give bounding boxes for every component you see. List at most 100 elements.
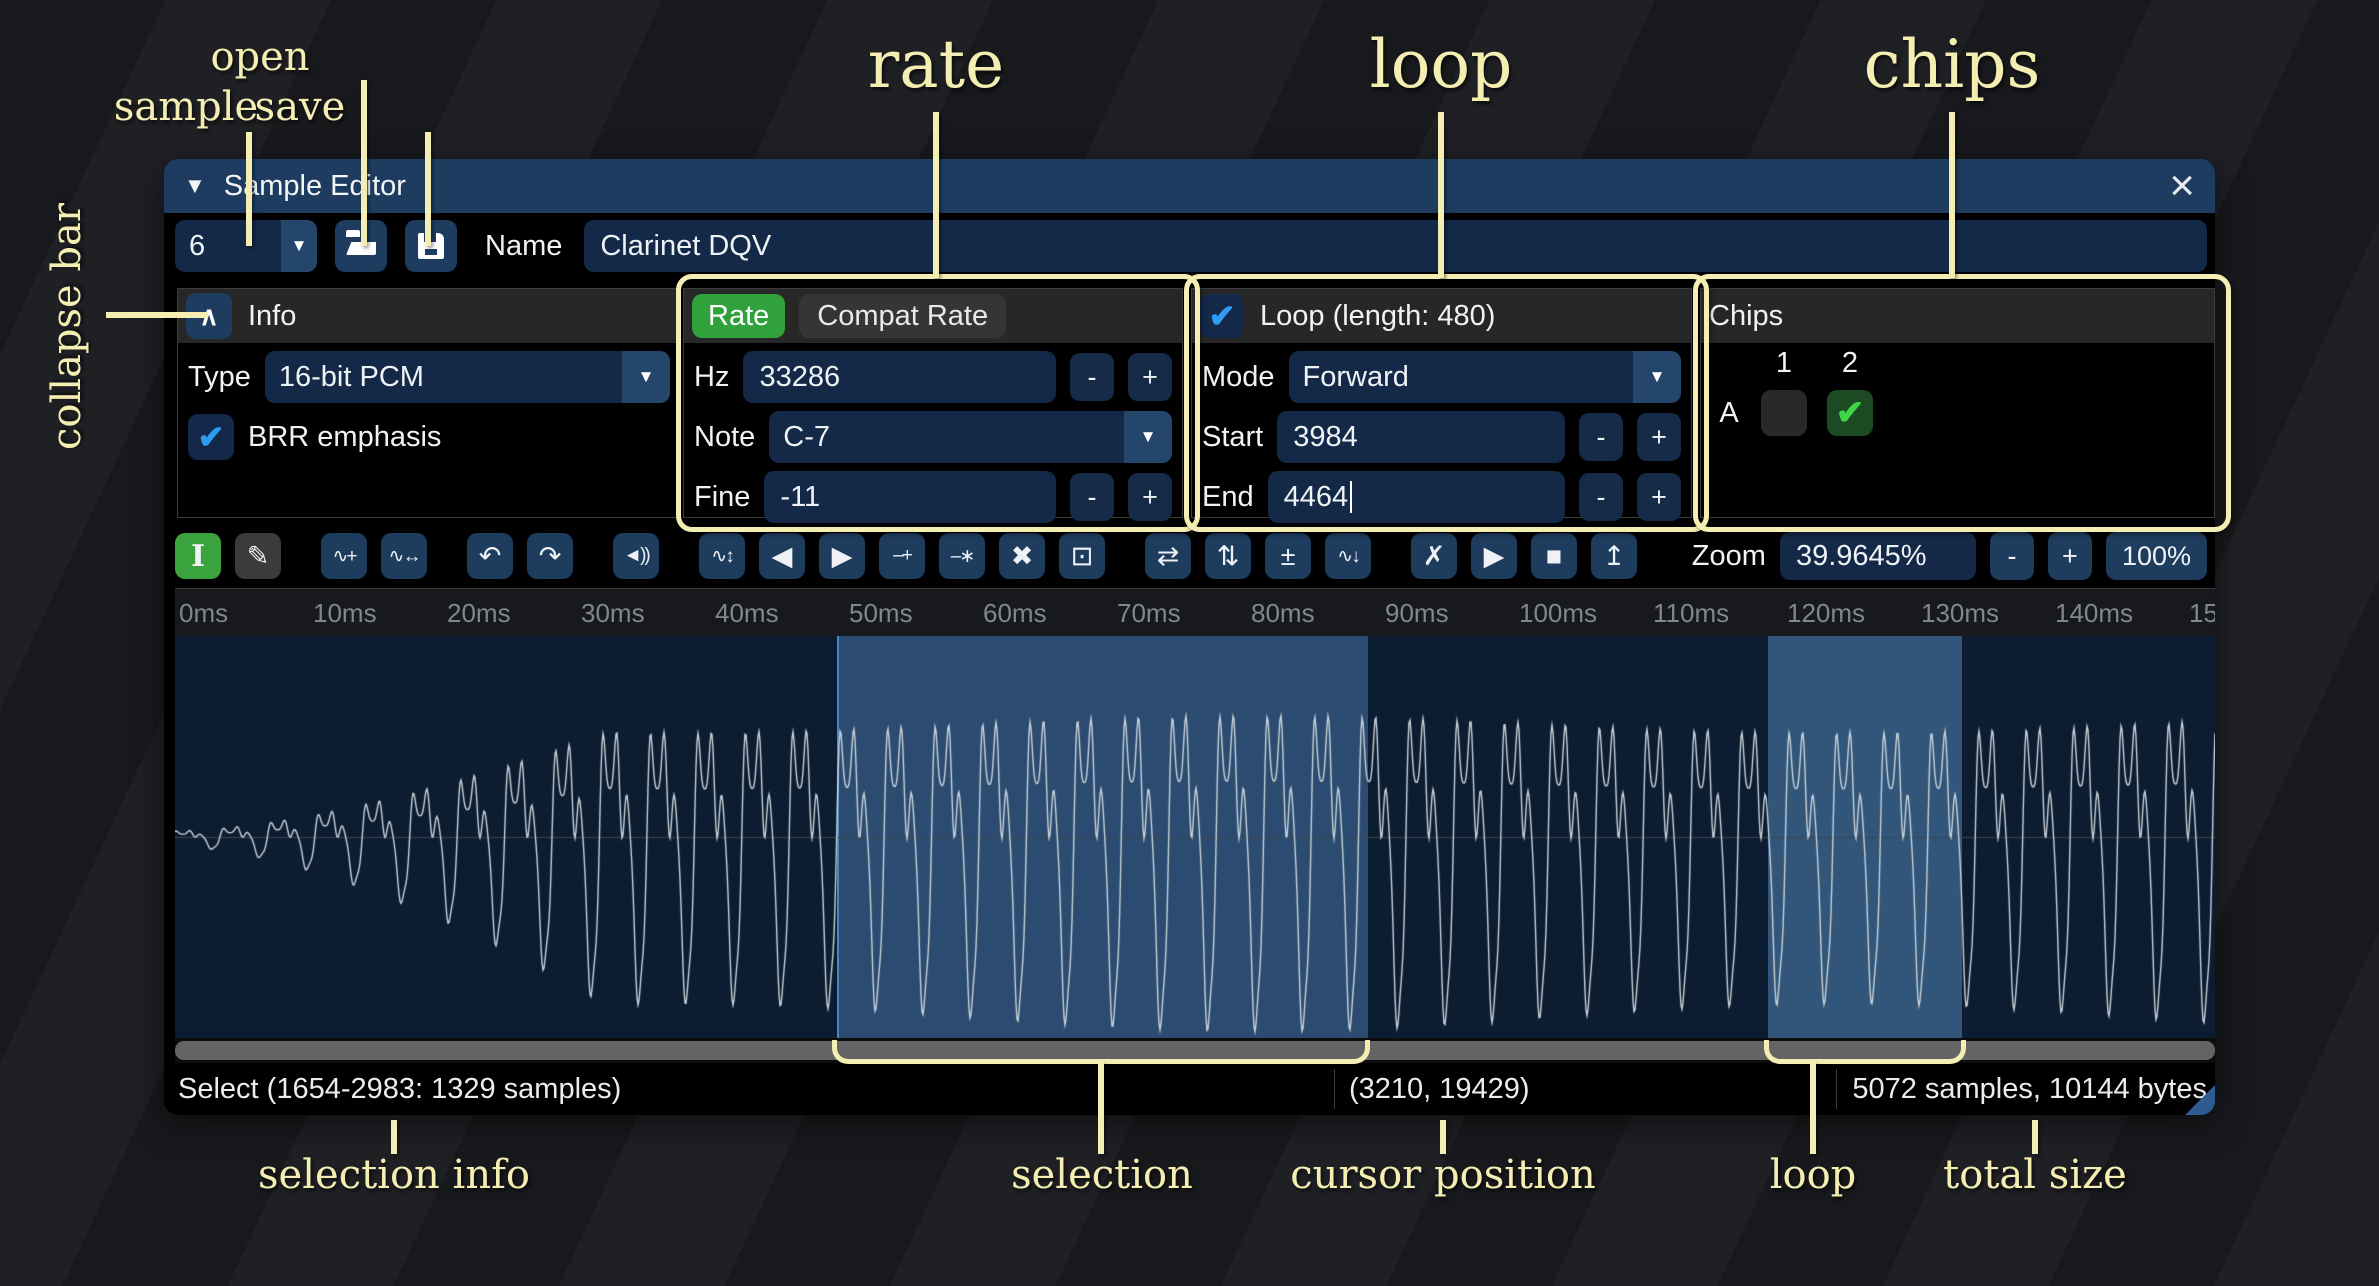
annotation-save: save — [255, 84, 346, 130]
annotation-outline-rate — [676, 274, 1200, 532]
zoom-label: Zoom — [1692, 540, 1766, 573]
select-mode-button[interactable]: I — [175, 533, 221, 579]
undo-button[interactable]: ↶ — [467, 533, 513, 579]
annotation-chips: chips — [1864, 26, 2041, 103]
check-icon: ✔ — [198, 418, 225, 456]
ruler-tick: 80ms — [1251, 598, 1315, 629]
annotation-stem-loop — [1810, 1062, 1816, 1154]
annotation-loop-bottom: loop — [1770, 1152, 1857, 1198]
annotation-total-size: total size — [1943, 1152, 2127, 1198]
name-label: Name — [485, 230, 562, 263]
trim-button[interactable]: ⊡ — [1059, 533, 1105, 579]
preview-button[interactable]: ▶ — [1471, 533, 1517, 579]
annotation-line-chips — [1949, 112, 1955, 278]
annotation-line-cursor-position — [1440, 1120, 1446, 1154]
waveform-canvas[interactable] — [175, 636, 2215, 1038]
sample-toolbar: I ✎ ∿+ ∿↔ ↶ ↷ ◄)) ∿↕ ◀ ▶ –+ –∗ ✖ ⊡ ⇄ ⇅ ± ∿↓ ✗ ▶ ■ ↥ Zoom 39.9… — [175, 527, 2207, 585]
ruler-tick: 90ms — [1385, 598, 1449, 629]
zoom-out-button[interactable]: - — [1990, 532, 2034, 580]
save-sample-button[interactable] — [405, 220, 457, 272]
annotation-bracket-selection — [832, 1040, 1370, 1064]
sample-name-value: Clarinet DQV — [600, 230, 771, 263]
ruler-tick: 50ms — [849, 598, 913, 629]
ruler-tick: 30ms — [581, 598, 645, 629]
type-value: 16-bit PCM — [265, 361, 622, 394]
annotation-line-rate — [933, 112, 939, 278]
time-ruler: 0ms 10ms 20ms 30ms 40ms 50ms 60ms 70ms 80ms 90ms 1… — [175, 588, 2215, 637]
annotation-line-loop — [1438, 112, 1444, 278]
import-button[interactable]: ↥ — [1591, 533, 1637, 579]
ruler-tick: 70ms — [1117, 598, 1181, 629]
ruler-tick: 60ms — [983, 598, 1047, 629]
status-bar: Select (1654-2983: 1329 samples) (3210, … — [164, 1063, 2215, 1115]
filter-button[interactable]: ∿↓ — [1325, 533, 1371, 579]
ruler-tick: 0ms — [179, 598, 228, 629]
brr-emphasis-label: BRR emphasis — [248, 421, 441, 454]
sample-number-value: 6 — [175, 230, 281, 263]
resize-grip[interactable] — [2185, 1085, 2215, 1115]
type-dropdown[interactable]: 16-bit PCM ▼ — [265, 351, 670, 403]
invert-button[interactable]: ⇅ — [1205, 533, 1251, 579]
redo-button[interactable]: ↷ — [527, 533, 573, 579]
insert-silence-button[interactable]: –+ — [879, 533, 925, 579]
ruler-tick: 140ms — [2055, 598, 2133, 629]
zoom-in-button[interactable]: + — [2048, 532, 2092, 580]
reverse-button[interactable]: ⇄ — [1145, 533, 1191, 579]
cursor-position-text: (3210, 19429) — [1349, 1073, 1530, 1106]
annotation-selection-info: selection info — [258, 1152, 530, 1198]
page-background: ▼ Sample Editor × 6 ▼ Name Clarinet DQV … — [0, 0, 2379, 1286]
zoom-value: 39.9645% — [1796, 540, 1927, 573]
delete-button[interactable]: ✖ — [999, 533, 1045, 579]
crossfade-button[interactable]: ✗ — [1411, 533, 1457, 579]
sample-row: 6 ▼ Name Clarinet DQV — [175, 219, 2207, 273]
title-bar[interactable]: ▼ Sample Editor × — [164, 159, 2215, 213]
annotation-stem-selection — [1098, 1062, 1104, 1154]
info-panel-title: Info — [248, 300, 296, 333]
save-icon — [418, 233, 444, 259]
draw-mode-button[interactable]: ✎ — [235, 533, 281, 579]
apply-silence-button[interactable]: –∗ — [939, 533, 985, 579]
info-panel: ∧ Info Type 16-bit PCM ▼ ✔ BRR emphasis — [177, 288, 681, 518]
annotation-open: open — [210, 34, 309, 80]
annotation-outline-chips — [1693, 274, 2231, 532]
annotation-rate: rate — [868, 26, 1004, 103]
resample-button[interactable]: ∿↔ — [381, 533, 427, 579]
annotation-line-save — [425, 132, 431, 246]
annotation-line-total-size — [2032, 1120, 2038, 1154]
chevron-down-icon: ▼ — [622, 351, 670, 403]
annotation-loop: loop — [1370, 26, 1513, 103]
amplify-button[interactable]: ◄)) — [613, 533, 659, 579]
annotation-cursor-position: cursor position — [1290, 1152, 1595, 1198]
annotation-collapse-bar: collapse bar — [44, 190, 90, 450]
annotation-line-sample — [246, 132, 252, 246]
window-collapse-icon[interactable]: ▼ — [184, 173, 206, 199]
zoom-reset-button[interactable]: 100% — [2106, 532, 2207, 580]
ruler-tick: 110ms — [1653, 598, 1729, 629]
brr-emphasis-checkbox[interactable]: ✔ — [188, 414, 234, 460]
annotation-line-collapse-bar — [106, 312, 208, 318]
stop-preview-button[interactable]: ■ — [1531, 533, 1577, 579]
annotation-line-selection-info — [391, 1120, 397, 1154]
ruler-tick: 130ms — [1921, 598, 1999, 629]
close-icon[interactable]: × — [2169, 166, 2195, 206]
normalize-button[interactable]: ∿↕ — [699, 533, 745, 579]
type-label: Type — [188, 361, 251, 394]
chevron-down-icon[interactable]: ▼ — [281, 220, 317, 272]
fade-out-button[interactable]: ▶ — [819, 533, 865, 579]
sign-button[interactable]: ± — [1265, 533, 1311, 579]
ruler-tick: 40ms — [715, 598, 779, 629]
annotation-sample: sample — [114, 84, 258, 130]
ruler-tick: 10ms — [313, 598, 377, 629]
sample-name-input[interactable]: Clarinet DQV — [584, 220, 2207, 272]
ruler-tick: 120ms — [1787, 598, 1865, 629]
ruler-tick: 20ms — [447, 598, 511, 629]
annotation-selection: selection — [1011, 1152, 1193, 1198]
resize-button[interactable]: ∿+ — [321, 533, 367, 579]
annotation-outline-loop — [1184, 274, 1709, 532]
fade-in-button[interactable]: ◀ — [759, 533, 805, 579]
total-size-text: 5072 samples, 10144 bytes — [1852, 1073, 2207, 1106]
zoom-input[interactable]: 39.9645% — [1780, 532, 1976, 580]
ruler-tick: 100ms — [1519, 598, 1597, 629]
annotation-line-open — [361, 80, 367, 246]
waveform-view[interactable] — [175, 636, 2215, 1038]
